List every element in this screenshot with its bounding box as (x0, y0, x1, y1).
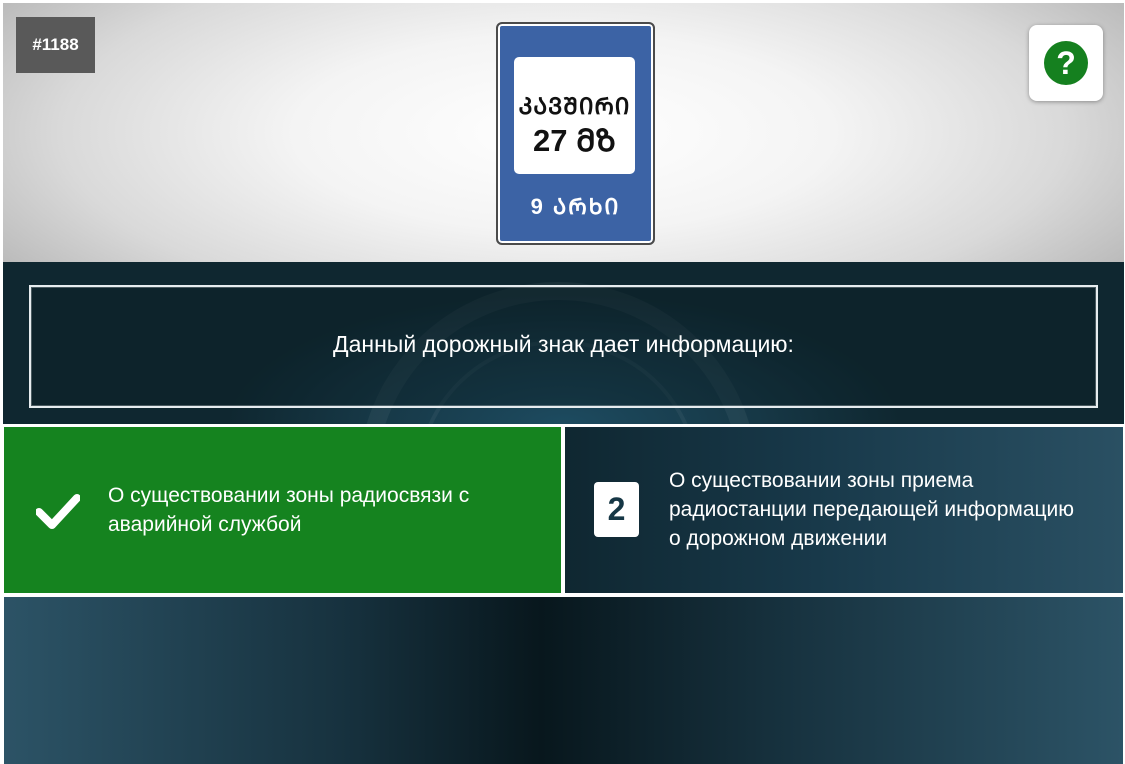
help-button[interactable]: ? (1029, 25, 1103, 101)
road-sign-text-line1: ᲙᲐᲕᲨᲘᲠᲘ (518, 93, 631, 119)
answer-option-1[interactable]: О существовании зоны радиосвязи с аварий… (4, 427, 561, 593)
question-image-area: #1188 ᲙᲐᲕᲨᲘᲠᲘ 27 ᲛᲖ 9 ᲐᲠᲮᲘ ? (3, 3, 1124, 262)
bottom-panel (4, 597, 1123, 764)
check-icon (36, 494, 80, 529)
road-sign-image: ᲙᲐᲕᲨᲘᲠᲘ 27 ᲛᲖ 9 ᲐᲠᲮᲘ (496, 22, 655, 245)
answer-text: О существовании зоны приема радиостанции… (669, 469, 1075, 550)
question-box: Данный дорожный знак дает информацию: (29, 285, 1098, 408)
question-id-badge: #1188 (16, 17, 95, 73)
question-area: Данный дорожный знак дает информацию: (3, 262, 1124, 424)
road-sign-panel: ᲙᲐᲕᲨᲘᲠᲘ 27 ᲛᲖ (514, 57, 635, 174)
answer-text: О существовании зоны радиосвязи с аварий… (108, 484, 470, 536)
answer-option-2[interactable]: 2 О существовании зоны приема радиостанц… (565, 427, 1123, 593)
road-sign-text-bottom: 9 ᲐᲠᲮᲘ (530, 194, 621, 219)
help-icon: ? (1044, 41, 1088, 85)
quiz-screen: #1188 ᲙᲐᲕᲨᲘᲠᲘ 27 ᲛᲖ 9 ᲐᲠᲮᲘ ? Данный доро… (0, 0, 1125, 764)
question-text: Данный дорожный знак дает информацию: (333, 331, 794, 357)
road-sign-text-line2: 27 ᲛᲖ (533, 123, 616, 158)
answer-number-badge: 2 (594, 482, 639, 537)
